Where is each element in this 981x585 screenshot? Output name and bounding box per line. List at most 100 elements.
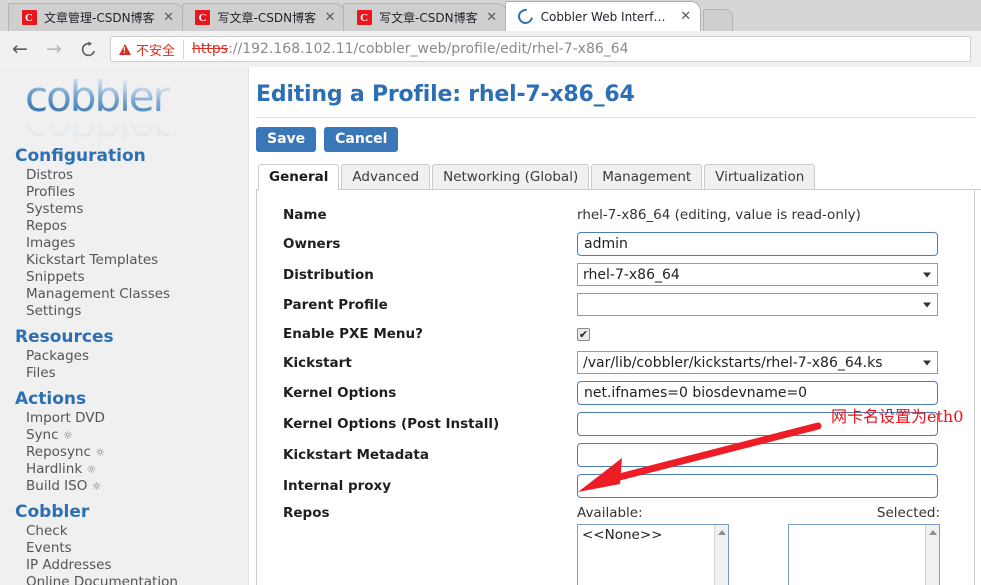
- csdn-icon: C: [356, 10, 372, 26]
- reload-icon[interactable]: [74, 35, 102, 63]
- gear-icon[interactable]: ☼: [95, 446, 105, 459]
- sidebar-item-snippets[interactable]: Snippets: [15, 269, 248, 286]
- label-repos: Repos: [283, 505, 330, 521]
- field-row-enable-pxe: Enable PXE Menu? ✔: [257, 323, 965, 344]
- internal-proxy-input[interactable]: [577, 474, 938, 498]
- field-row-kickstart: Kickstart /var/lib/cobbler/kickstarts/rh…: [257, 351, 965, 374]
- browser-tab-1[interactable]: C 文章管理-CSDN博客 ✕: [8, 3, 184, 31]
- sidebar-item-profiles[interactable]: Profiles: [15, 184, 248, 201]
- label-kickstart: Kickstart: [283, 354, 352, 371]
- sidebar-item-import-dvd[interactable]: Import DVD: [15, 410, 248, 427]
- browser-toolbar: ← → 不安全 https://192.168.102.11/cobbler_w…: [0, 31, 981, 67]
- cobbler-icon: [515, 6, 537, 27]
- close-icon[interactable]: ✕: [484, 9, 500, 26]
- cobbler-logo[interactable]: cobbler cobbler: [17, 71, 217, 139]
- label-distribution: Distribution: [283, 266, 374, 283]
- field-row-parent-profile: Parent Profile: [257, 293, 965, 316]
- sidebar-item-settings[interactable]: Settings: [15, 303, 248, 320]
- tab-title: 写文章-CSDN博客: [379, 11, 478, 25]
- security-label: 不安全: [136, 43, 176, 59]
- sidebar-item-label: Build ISO: [26, 478, 88, 494]
- close-icon[interactable]: ✕: [322, 9, 338, 26]
- value-name: rhel-7-x86_64 (editing, value is read-on…: [577, 206, 861, 223]
- tab-networking-global[interactable]: Networking (Global): [432, 164, 590, 189]
- sidebar-item-reposync[interactable]: Reposync ☼: [15, 444, 248, 461]
- sidebar-item-hardlink[interactable]: Hardlink ☼: [15, 461, 248, 478]
- label-owners: Owners: [283, 236, 341, 252]
- label-parent-profile: Parent Profile: [283, 296, 388, 313]
- sidebar-item-sync[interactable]: Sync ☼: [15, 427, 248, 444]
- sidebar-heading-resources: Resources: [15, 327, 114, 347]
- gear-icon[interactable]: ☼: [86, 463, 96, 476]
- label-name: Name: [283, 206, 327, 223]
- tab-title: 文章管理-CSDN博客: [44, 11, 155, 25]
- back-icon[interactable]: ←: [6, 35, 34, 63]
- sidebar: cobbler cobbler Configuration Distros Pr…: [0, 67, 249, 585]
- repos-available-column: Available: <<None>>: [577, 505, 729, 585]
- distribution-select[interactable]: rhel-7-x86_64: [577, 263, 938, 286]
- sidebar-item-check[interactable]: Check: [15, 523, 248, 540]
- repos-selected-column: Selected:: [788, 505, 940, 585]
- sidebar-item-distros[interactable]: Distros: [15, 167, 248, 184]
- sidebar-heading-cobbler: Cobbler: [15, 502, 90, 522]
- csdn-icon: C: [21, 10, 37, 26]
- sidebar-item-systems[interactable]: Systems: [15, 201, 248, 218]
- sidebar-item-packages[interactable]: Packages: [15, 348, 248, 365]
- field-row-internal-proxy: Internal proxy: [257, 474, 965, 498]
- sidebar-item-management-classes[interactable]: Management Classes: [15, 286, 248, 303]
- forward-icon[interactable]: →: [40, 35, 68, 63]
- browser-tab-2[interactable]: C 写文章-CSDN博客 ✕: [181, 3, 346, 31]
- repos-selected-listbox[interactable]: [788, 524, 940, 585]
- gear-icon[interactable]: ☼: [63, 429, 73, 442]
- label-internal-proxy: Internal proxy: [283, 478, 392, 494]
- tab-general[interactable]: General: [258, 164, 340, 190]
- gear-icon[interactable]: ☼: [92, 480, 102, 493]
- available-caption: Available:: [577, 505, 643, 521]
- field-row-repos: Repos Available: <<None>> Selected:: [257, 505, 965, 585]
- sidebar-item-repos[interactable]: Repos: [15, 218, 248, 235]
- list-item[interactable]: <<None>>: [582, 527, 728, 543]
- tab-advanced[interactable]: Advanced: [341, 164, 431, 189]
- scrollbar[interactable]: [925, 525, 939, 585]
- browser-tab-4-active[interactable]: Cobbler Web Interface ✕: [504, 1, 701, 31]
- sidebar-item-images[interactable]: Images: [15, 235, 248, 252]
- tab-management[interactable]: Management: [591, 164, 703, 189]
- security-status[interactable]: 不安全: [119, 39, 185, 59]
- annotation-text: 网卡名设置为eth0: [831, 407, 964, 426]
- distribution-value: rhel-7-x86_64: [583, 267, 680, 283]
- sidebar-item-kickstart-templates[interactable]: Kickstart Templates: [15, 252, 248, 269]
- save-button[interactable]: Save: [256, 127, 317, 152]
- address-bar[interactable]: 不安全 https://192.168.102.11/cobbler_web/p…: [110, 36, 971, 62]
- close-icon[interactable]: ✕: [161, 9, 177, 26]
- parent-profile-select[interactable]: [577, 293, 938, 316]
- label-enable-pxe-menu: Enable PXE Menu?: [283, 325, 423, 342]
- selected-caption: Selected:: [876, 505, 940, 521]
- sidebar-item-label: Sync: [26, 427, 59, 443]
- new-tab-button[interactable]: [702, 9, 733, 31]
- browser-tabstrip: C 文章管理-CSDN博客 ✕ C 写文章-CSDN博客 ✕ C 写文章-CSD…: [0, 0, 981, 31]
- enable-pxe-checkbox[interactable]: ✔: [577, 327, 590, 341]
- sidebar-item-events[interactable]: Events: [15, 540, 248, 557]
- sidebar-heading-configuration: Configuration: [15, 146, 146, 166]
- form-tabs: General Advanced Networking (Global) Man…: [256, 164, 981, 190]
- close-icon[interactable]: ✕: [678, 8, 694, 25]
- browser-tab-3[interactable]: C 写文章-CSDN博客 ✕: [343, 3, 507, 31]
- tab-title: Cobbler Web Interface: [540, 9, 672, 24]
- sidebar-item-files[interactable]: Files: [15, 365, 248, 382]
- repos-available-listbox[interactable]: <<None>>: [577, 524, 729, 585]
- browser-chrome: C 文章管理-CSDN博客 ✕ C 写文章-CSDN博客 ✕ C 写文章-CSD…: [0, 0, 981, 67]
- url-scheme: https: [192, 41, 229, 57]
- tab-virtualization[interactable]: Virtualization: [704, 164, 816, 189]
- cancel-button[interactable]: Cancel: [324, 127, 399, 152]
- chevron-down-icon: [923, 302, 931, 307]
- sidebar-item-online-documentation[interactable]: Online Documentation: [15, 574, 248, 585]
- sidebar-item-ip-addresses[interactable]: IP Addresses: [15, 557, 248, 574]
- owners-input[interactable]: [577, 232, 938, 256]
- sidebar-item-build-iso[interactable]: Build ISO ☼: [15, 478, 248, 495]
- scrollbar[interactable]: [714, 525, 728, 585]
- kickstart-select[interactable]: /var/lib/cobbler/kickstarts/rhel-7-x86_6…: [577, 351, 938, 374]
- field-row-name: Name rhel-7-x86_64 (editing, value is re…: [257, 204, 965, 225]
- svg-text:cobbler: cobbler: [25, 103, 171, 137]
- kernel-options-input[interactable]: [577, 381, 938, 405]
- kickstart-metadata-input[interactable]: [577, 443, 938, 467]
